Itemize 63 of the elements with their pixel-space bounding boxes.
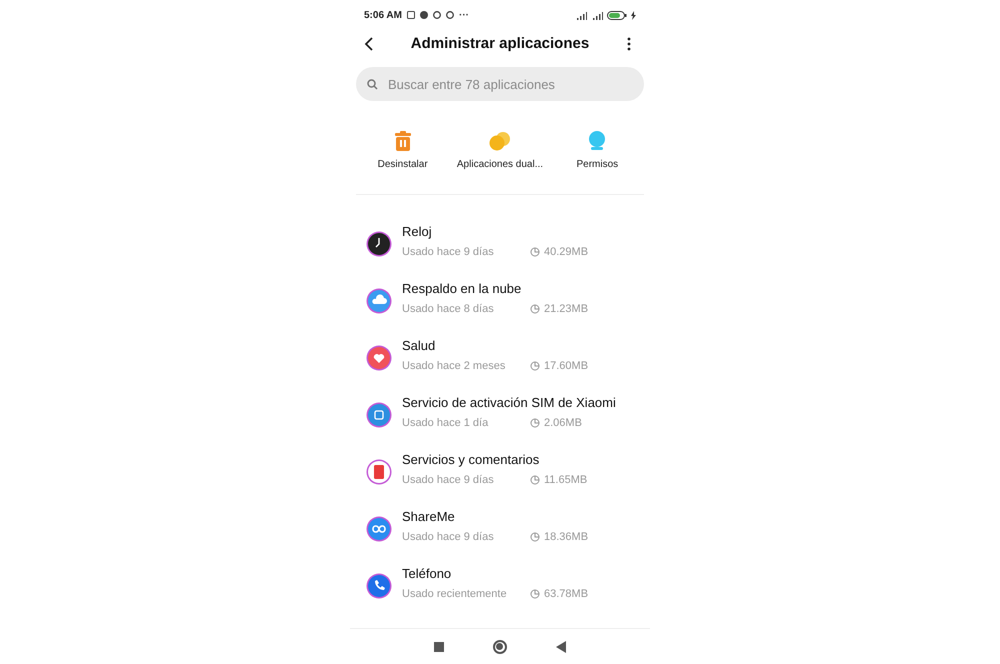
- pie-icon: [530, 361, 540, 372]
- recents-button[interactable]: [434, 642, 444, 652]
- app-usage: Usado hace 1 día: [402, 416, 490, 431]
- app-row[interactable]: Reloj Usado hace 9 días 40.29MB: [350, 223, 650, 280]
- two-circles-icon: [488, 131, 511, 151]
- pie-icon: [530, 475, 540, 486]
- battery-icon: [607, 10, 627, 20]
- pie-icon: [530, 532, 540, 542]
- question-app-icon: [366, 459, 392, 485]
- app-row[interactable]: Servicios y comentarios Usado hace 9 días 11.65MB: [350, 451, 650, 508]
- app-size: 17.60MB: [544, 359, 588, 374]
- app-usage: Usado recientemente: [402, 587, 508, 602]
- signal-icon: [591, 10, 603, 20]
- badge-icon: [588, 131, 606, 151]
- app-row[interactable]: Teléfono Usado recientemente 63.78MB: [350, 565, 650, 622]
- app-name: Teléfono: [402, 565, 452, 583]
- pie-icon: [530, 418, 540, 428]
- heart-app-icon: [366, 345, 392, 371]
- clock-app-icon: [366, 231, 392, 257]
- action-button[interactable]: Aplicaciones dual...: [452, 131, 548, 172]
- app-size: 2.06MB: [544, 416, 582, 431]
- app-name: Salud: [402, 337, 436, 355]
- sim-app-icon: [366, 402, 392, 428]
- app-size: 18.36MB: [544, 530, 588, 545]
- app-size: 11.65MB: [544, 473, 588, 488]
- app-name: Respaldo en la nube: [402, 280, 522, 298]
- status-time: 5:06 AM: [364, 8, 402, 22]
- phone-app-icon: [366, 573, 392, 599]
- search-icon: [367, 78, 378, 90]
- charging-icon: [631, 10, 636, 20]
- app-size: 21.23MB: [544, 302, 588, 317]
- signal-icon: [575, 10, 587, 20]
- back-nav-button[interactable]: [556, 640, 566, 652]
- trash-icon: [394, 131, 412, 151]
- app-row[interactable]: Salud Usado hace 2 meses 17.60MB: [350, 337, 650, 394]
- app-name: Reloj: [402, 223, 433, 241]
- triangle-icon: [556, 640, 566, 652]
- app-size: 63.78MB: [544, 587, 588, 602]
- more-notifications: ···: [458, 8, 469, 22]
- pie-icon: [530, 589, 540, 600]
- pie-icon: [530, 247, 540, 258]
- app-name: Servicio de activación SIM de Xiaomi: [402, 394, 616, 412]
- app-size: 40.29MB: [544, 245, 588, 260]
- more-icon: [627, 37, 631, 51]
- search-field[interactable]: Buscar entre 78 aplicaciones: [356, 67, 644, 101]
- app-usage: Usado hace 9 días: [402, 473, 495, 488]
- home-button[interactable]: [492, 640, 507, 654]
- action-button[interactable]: Desinstalar: [354, 131, 451, 172]
- app-row[interactable]: ShareMe Usado hace 9 días 18.36MB: [350, 508, 650, 565]
- infinity-app-icon: [366, 516, 392, 542]
- app-usage: Usado hace 8 días: [402, 302, 495, 317]
- app-name: ShareMe: [402, 508, 456, 526]
- cloud-app-icon: [366, 288, 392, 314]
- app-name: Servicios y comentarios: [402, 451, 540, 469]
- app-usage: Usado hace 2 meses: [402, 359, 506, 374]
- app-usage: Usado hace 9 días: [402, 245, 495, 260]
- app-row[interactable]: Respaldo en la nube Usado hace 8 días 21.23MB: [350, 280, 650, 337]
- app-usage: Usado hace 9 días: [402, 530, 495, 545]
- app-row[interactable]: Servicio de activación SIM de Xiaomi Usado hace 1 día 2.06MB: [350, 394, 650, 451]
- back-icon: [364, 37, 373, 51]
- action-button[interactable]: Permisos: [549, 131, 646, 172]
- page-title: Administrar aplicaciones: [410, 34, 590, 54]
- pie-icon: [530, 304, 540, 314]
